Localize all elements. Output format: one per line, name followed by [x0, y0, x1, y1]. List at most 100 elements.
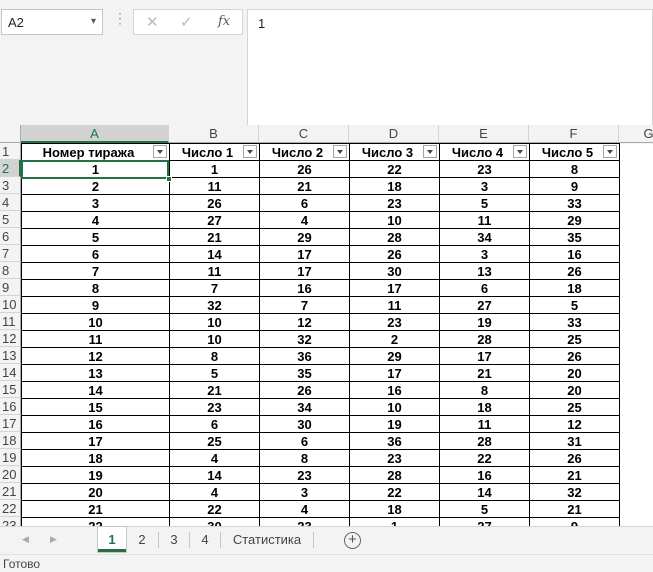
row-header[interactable]: 7 [0, 245, 21, 262]
table-cell[interactable]: 30 [169, 517, 260, 526]
table-cell[interactable]: 13 [439, 262, 530, 280]
column-header-e[interactable]: E [439, 125, 529, 143]
table-cell[interactable]: 23 [439, 160, 530, 178]
table-cell[interactable]: 27 [439, 517, 530, 526]
table-cell[interactable]: 34 [439, 228, 530, 246]
table-cell[interactable]: 1 [349, 517, 440, 526]
table-cell[interactable]: 17 [21, 432, 170, 450]
table-cell[interactable]: 26 [349, 245, 440, 263]
table-cell[interactable]: 10 [349, 398, 440, 416]
table-cell[interactable]: 22 [439, 449, 530, 467]
name-box[interactable]: A2 ▾ [1, 9, 103, 35]
table-cell[interactable]: 13 [21, 364, 170, 382]
header-cell-number-2[interactable]: Число 2 [259, 143, 350, 161]
table-cell[interactable]: 25 [169, 432, 260, 450]
table-cell[interactable]: 23 [259, 517, 350, 526]
header-cell-draw-number[interactable]: Номер тиража [21, 143, 170, 161]
table-cell[interactable]: 27 [169, 211, 260, 229]
more-options-icon[interactable]: ⋮ [113, 11, 127, 25]
table-cell[interactable]: 28 [349, 228, 440, 246]
table-cell[interactable]: 11 [169, 177, 260, 195]
header-cell-number-5[interactable]: Число 5 [529, 143, 620, 161]
scroll-left-icon[interactable]: ◀ [22, 534, 29, 545]
row-header[interactable]: 18 [0, 432, 21, 449]
table-cell[interactable]: 9 [529, 177, 620, 195]
table-cell[interactable]: 10 [349, 211, 440, 229]
table-cell[interactable]: 30 [349, 262, 440, 280]
table-cell[interactable]: 6 [439, 279, 530, 297]
table-cell[interactable]: 28 [349, 466, 440, 484]
table-cell[interactable]: 22 [349, 160, 440, 178]
table-cell[interactable]: 18 [529, 279, 620, 297]
table-cell[interactable]: 18 [439, 398, 530, 416]
table-cell[interactable]: 32 [169, 296, 260, 314]
table-cell[interactable]: 2 [21, 177, 170, 195]
table-cell[interactable]: 9 [21, 296, 170, 314]
table-cell[interactable]: 21 [259, 177, 350, 195]
row-header[interactable]: 20 [0, 466, 21, 483]
table-cell[interactable]: 29 [259, 228, 350, 246]
table-cell[interactable]: 20 [21, 483, 170, 501]
table-cell[interactable]: 14 [169, 466, 260, 484]
table-cell[interactable]: 26 [529, 262, 620, 280]
table-cell[interactable]: 31 [529, 432, 620, 450]
table-cell[interactable]: 23 [349, 194, 440, 212]
row-header[interactable]: 21 [0, 483, 21, 500]
table-cell[interactable]: 4 [21, 211, 170, 229]
table-cell[interactable]: 33 [529, 194, 620, 212]
table-cell[interactable]: 25 [529, 398, 620, 416]
table-cell[interactable]: 19 [349, 415, 440, 433]
table-cell[interactable]: 12 [21, 347, 170, 365]
table-cell[interactable]: 23 [349, 313, 440, 331]
worksheet-grid[interactable]: Номер тиража Число 1 Число 2 Число 3 Чис… [21, 143, 653, 526]
table-cell[interactable]: 16 [439, 466, 530, 484]
cancel-icon[interactable]: ✕ [146, 13, 159, 31]
table-cell[interactable]: 22 [349, 483, 440, 501]
table-cell[interactable]: 22 [169, 500, 260, 518]
table-cell[interactable]: 6 [259, 432, 350, 450]
row-header[interactable]: 3 [0, 177, 21, 194]
table-cell[interactable]: 6 [169, 415, 260, 433]
table-cell[interactable]: 23 [169, 398, 260, 416]
table-cell[interactable]: 16 [21, 415, 170, 433]
table-cell[interactable]: 36 [259, 347, 350, 365]
table-cell[interactable]: 6 [259, 194, 350, 212]
row-header[interactable]: 10 [0, 296, 21, 313]
row-header[interactable]: 12 [0, 330, 21, 347]
row-header[interactable]: 11 [0, 313, 21, 330]
column-header-c[interactable]: C [259, 125, 349, 143]
table-cell[interactable]: 28 [439, 432, 530, 450]
table-cell[interactable]: 26 [259, 381, 350, 399]
filter-dropdown-icon[interactable] [603, 145, 617, 158]
table-cell[interactable]: 3 [439, 177, 530, 195]
sheet-tab-4[interactable]: 4 [191, 527, 219, 552]
row-header[interactable]: 6 [0, 228, 21, 245]
table-cell[interactable]: 20 [529, 381, 620, 399]
filter-dropdown-icon[interactable] [153, 145, 167, 158]
table-cell[interactable]: 21 [529, 466, 620, 484]
filter-dropdown-icon[interactable] [423, 145, 437, 158]
table-cell[interactable]: 21 [529, 500, 620, 518]
table-cell[interactable]: 2 [349, 330, 440, 348]
column-header-f[interactable]: F [529, 125, 619, 143]
table-cell[interactable]: 10 [169, 313, 260, 331]
table-cell[interactable]: 17 [349, 364, 440, 382]
table-cell[interactable]: 23 [259, 466, 350, 484]
table-cell[interactable]: 6 [21, 245, 170, 263]
table-cell[interactable]: 10 [169, 330, 260, 348]
table-cell[interactable]: 32 [529, 483, 620, 501]
table-cell[interactable]: 5 [21, 228, 170, 246]
table-cell[interactable]: 35 [259, 364, 350, 382]
table-cell[interactable]: 9 [529, 517, 620, 526]
row-header[interactable]: 2 [0, 160, 21, 177]
table-cell[interactable]: 4 [169, 449, 260, 467]
table-cell[interactable]: 21 [169, 381, 260, 399]
row-header[interactable]: 5 [0, 211, 21, 228]
table-cell[interactable]: 4 [259, 211, 350, 229]
filter-dropdown-icon[interactable] [243, 145, 257, 158]
select-all-corner[interactable] [0, 125, 21, 143]
table-cell[interactable]: 36 [349, 432, 440, 450]
table-cell[interactable]: 26 [529, 449, 620, 467]
column-header-a[interactable]: A [21, 125, 169, 143]
table-cell[interactable]: 33 [529, 313, 620, 331]
